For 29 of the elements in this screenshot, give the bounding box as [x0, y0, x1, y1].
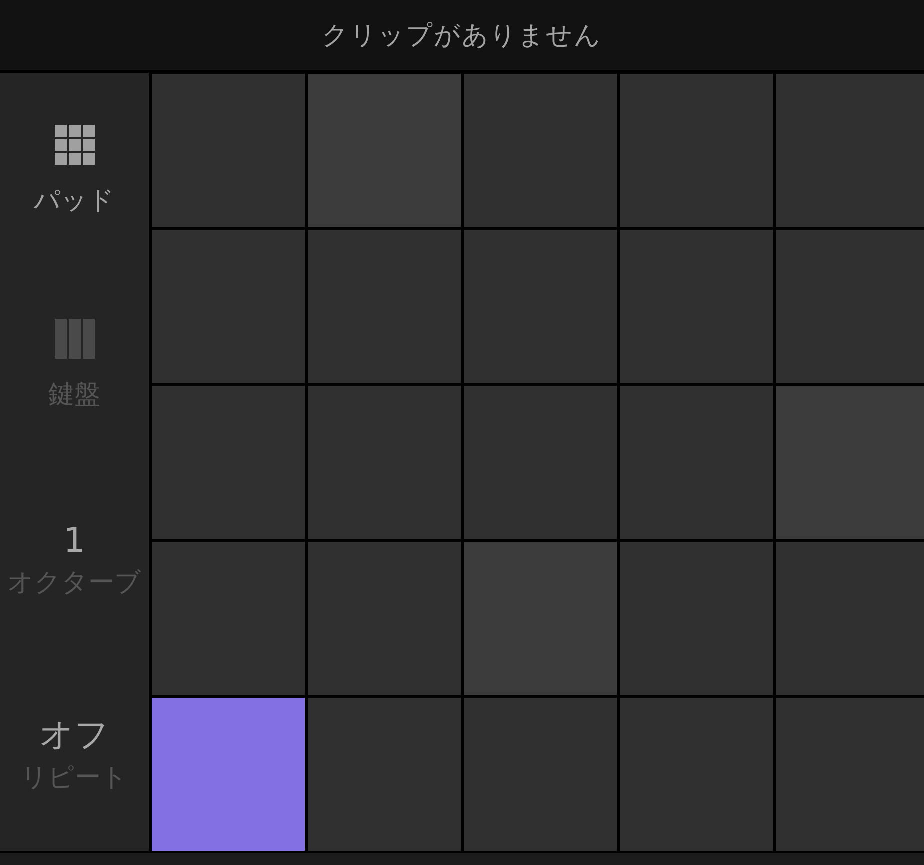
pad-button[interactable]: [776, 542, 924, 695]
pad-button[interactable]: [308, 542, 461, 695]
pad-button[interactable]: [776, 698, 924, 851]
pad-button[interactable]: [620, 386, 773, 539]
pad-button[interactable]: [464, 542, 617, 695]
grid-icon: [54, 124, 94, 165]
pad-button[interactable]: [620, 542, 773, 695]
pad-button[interactable]: [152, 698, 305, 851]
pad-button[interactable]: [152, 386, 305, 539]
piano-keys-icon: [54, 319, 94, 360]
pad-button[interactable]: [464, 74, 617, 227]
pad-button[interactable]: [308, 386, 461, 539]
pad-button[interactable]: [776, 386, 924, 539]
pad-button[interactable]: [308, 74, 461, 227]
pads-mode-button[interactable]: パッド: [0, 73, 149, 268]
pad-button[interactable]: [776, 230, 924, 383]
pad-button[interactable]: [464, 386, 617, 539]
title-text: クリップがありません: [322, 20, 602, 52]
pad-button[interactable]: [308, 230, 461, 383]
pad-button[interactable]: [464, 698, 617, 851]
pad-button[interactable]: [152, 74, 305, 227]
pad-button[interactable]: [152, 542, 305, 695]
pad-button[interactable]: [464, 230, 617, 383]
pad-button[interactable]: [776, 74, 924, 227]
pad-button[interactable]: [152, 230, 305, 383]
pad-button[interactable]: [620, 230, 773, 383]
pad-button[interactable]: [308, 698, 461, 851]
pad-button[interactable]: [620, 698, 773, 851]
pad-button[interactable]: [620, 74, 773, 227]
